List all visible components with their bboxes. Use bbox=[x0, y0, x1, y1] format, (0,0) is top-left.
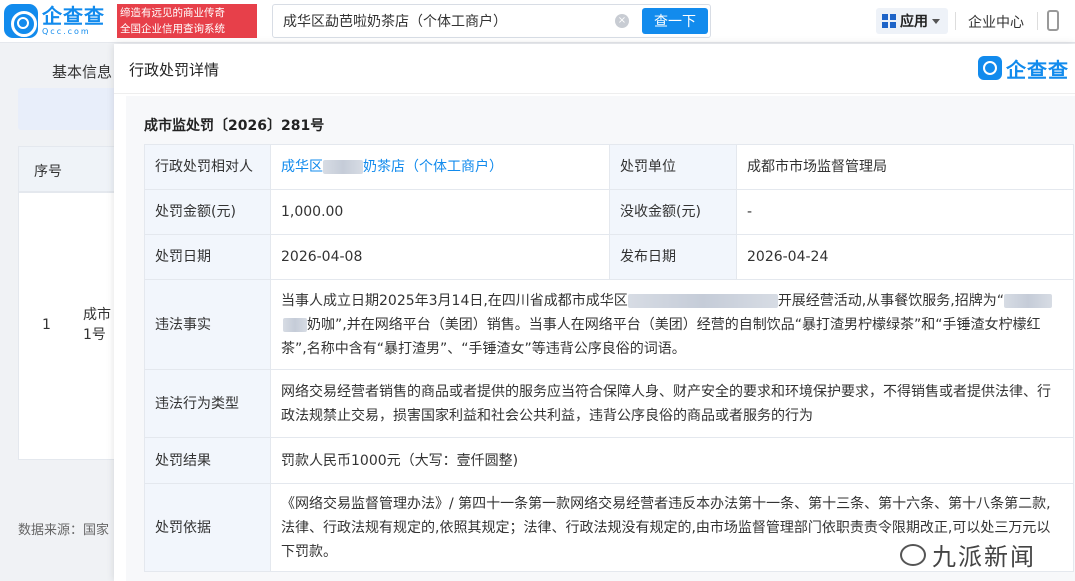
modal-title: 行政处罚详情 bbox=[129, 61, 220, 79]
table-row: 1 成市 1号 bbox=[18, 192, 128, 460]
slogan-banner: 缔造有远见的商业传奇 全国企业信用查询系统 bbox=[117, 4, 257, 38]
clear-search-icon[interactable]: × bbox=[615, 14, 629, 28]
top-navigation-bar: 企查查 Qcc.com 缔造有远见的商业传奇 全国企业信用查询系统 × 查一下 … bbox=[0, 0, 1075, 43]
qcc-logo[interactable]: 企查查 Qcc.com bbox=[4, 3, 105, 39]
logo-domain: Qcc.com bbox=[42, 27, 91, 36]
apps-label: 应用 bbox=[900, 14, 928, 30]
party-value: 成华区 奶茶店（个体工商户） bbox=[270, 144, 610, 190]
modal-body[interactable]: 成市监处罚〔2026〕281号 行政处罚相对人 成华区 奶茶店（个体工商户） 处罚… bbox=[126, 96, 1075, 581]
date-label: 处罚日期 bbox=[144, 234, 271, 280]
publish-label: 发布日期 bbox=[609, 234, 737, 280]
slogan-line-2: 全国企业信用查询系统 bbox=[120, 23, 225, 35]
mobile-phone-icon[interactable] bbox=[1047, 10, 1059, 31]
qcc-logo-icon bbox=[978, 56, 1002, 80]
result-label: 处罚结果 bbox=[144, 437, 271, 484]
redacted-text bbox=[627, 293, 778, 308]
data-source-label: 数据来源：国家 bbox=[18, 523, 110, 538]
apps-menu-button[interactable]: 应用 bbox=[876, 8, 948, 34]
publish-value: 2026-04-24 bbox=[736, 234, 1074, 280]
amount-label: 处罚金额(元) bbox=[144, 189, 271, 235]
chevron-down-icon bbox=[932, 18, 940, 24]
facts-value: 当事人成立日期2025年3月14日,在四川省成都市成华区 开展经营活动,从事餐饮服… bbox=[270, 279, 1074, 370]
amount-value: 1,000.00 bbox=[270, 189, 610, 235]
unit-label: 处罚单位 bbox=[609, 144, 737, 190]
case-number: 成市监处罚〔2026〕281号 bbox=[144, 118, 325, 134]
basis-label: 处罚依据 bbox=[144, 483, 271, 572]
facts-label: 违法事实 bbox=[144, 279, 271, 370]
table-row: 违法事实 当事人成立日期2025年3月14日,在四川省成都市成华区 开展经营活动,… bbox=[144, 279, 1074, 370]
table-row: 违法行为类型 网络交易经营者销售的商品或者提供的服务应当符合保障人身、财产安全的… bbox=[144, 369, 1074, 438]
party-label: 行政处罚相对人 bbox=[144, 144, 271, 190]
qcc-logo-icon bbox=[4, 4, 38, 38]
redacted-text bbox=[323, 160, 363, 174]
weibo-watermark: 九派新闻 bbox=[900, 537, 1036, 572]
modal-header: 行政处罚详情 企查查 bbox=[114, 44, 1075, 94]
weibo-icon bbox=[900, 543, 926, 566]
unit-value: 成都市市场监督管理局 bbox=[736, 144, 1074, 190]
modal-logo: 企查查 bbox=[978, 55, 1069, 82]
table-row: 处罚日期 2026-04-08 发布日期 2026-04-24 bbox=[144, 234, 1074, 280]
enterprise-center-link[interactable]: 企业中心 bbox=[968, 12, 1024, 32]
slogan-line-1: 缔造有远见的商业传奇 bbox=[120, 7, 225, 19]
redacted-text bbox=[283, 317, 307, 332]
search-input[interactable] bbox=[283, 5, 613, 37]
penalty-detail-table: 行政处罚相对人 成华区 奶茶店（个体工商户） 处罚单位 成都市市场监督管理局 处罚… bbox=[144, 144, 1074, 572]
result-value: 罚款人民币1000元（大写：壹仟圆整) bbox=[270, 437, 1074, 484]
penalty-detail-modal: 行政处罚详情 企查查 成市监处罚〔2026〕281号 行政处罚相对人 成华区 奶茶… bbox=[114, 44, 1075, 581]
background-table-header: 序号 bbox=[18, 146, 128, 192]
tab-basic-info[interactable]: 基本信息 bbox=[52, 61, 112, 82]
table-row: 处罚金额(元) 1,000.00 没收金额(元) - bbox=[144, 189, 1074, 235]
row-index: 1 bbox=[42, 317, 51, 333]
column-header-index: 序号 bbox=[34, 164, 62, 180]
search-box: × 查一下 bbox=[272, 4, 711, 38]
search-button[interactable]: 查一下 bbox=[642, 8, 708, 34]
date-value: 2026-04-08 bbox=[270, 234, 610, 280]
divider bbox=[1037, 12, 1038, 30]
divider bbox=[955, 12, 956, 30]
violation-type-value: 网络交易经营者销售的商品或者提供的服务应当符合保障人身、财产安全的要求和环境保护… bbox=[270, 369, 1074, 438]
background-card bbox=[18, 88, 128, 130]
party-link[interactable]: 成华区 奶茶店（个体工商户） bbox=[281, 159, 503, 175]
table-row: 处罚结果 罚款人民币1000元（大写：壹仟圆整) bbox=[144, 437, 1074, 484]
confiscation-value: - bbox=[736, 189, 1074, 235]
violation-type-label: 违法行为类型 bbox=[144, 369, 271, 438]
confiscation-label: 没收金额(元) bbox=[609, 189, 737, 235]
apps-grid-icon bbox=[882, 14, 896, 28]
watermark-text: 九派新闻 bbox=[932, 543, 1036, 571]
modal-logo-text: 企查查 bbox=[1006, 57, 1069, 82]
redacted-text bbox=[1003, 293, 1052, 308]
logo-text: 企查查 bbox=[42, 4, 105, 28]
table-row: 行政处罚相对人 成华区 奶茶店（个体工商户） 处罚单位 成都市市场监督管理局 bbox=[144, 144, 1074, 190]
